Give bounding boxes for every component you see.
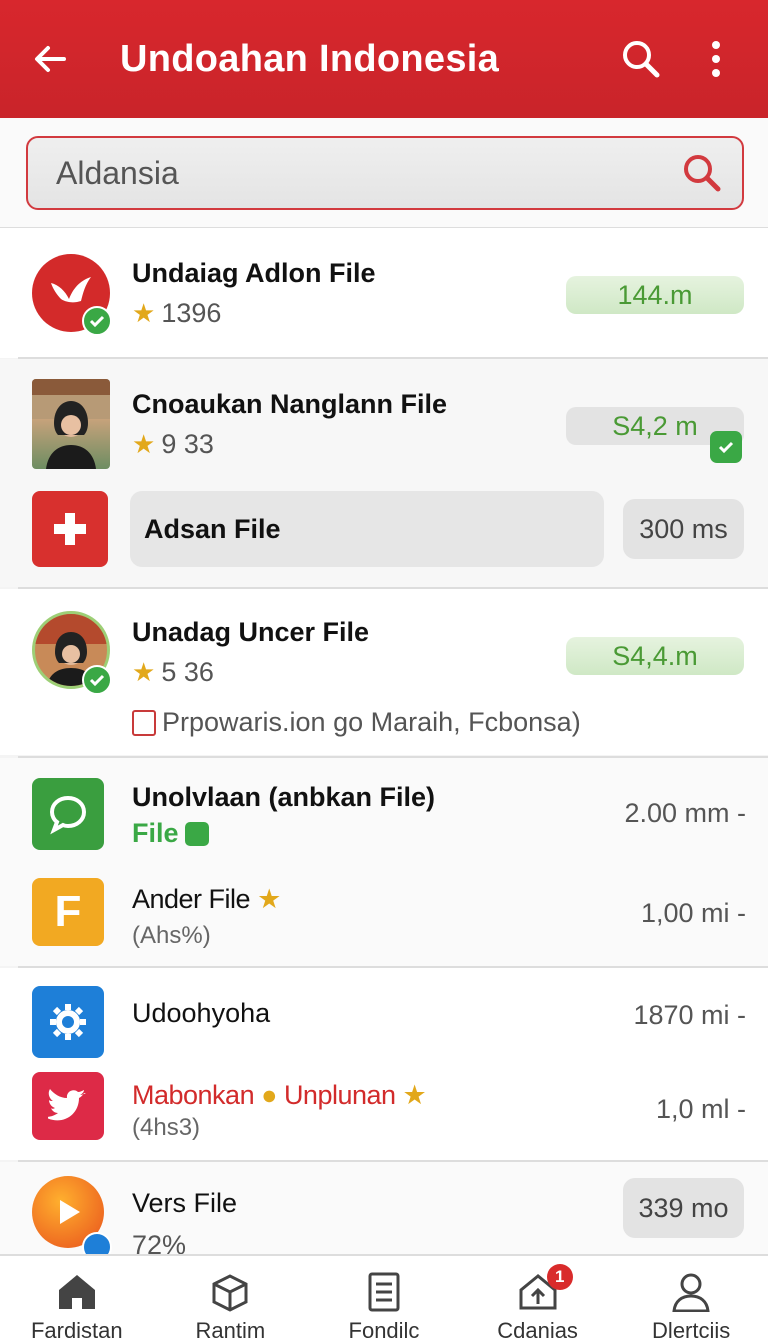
arrow-left-icon: [35, 46, 66, 72]
tab-dlertciis[interactable]: Dlertciis: [614, 1256, 768, 1344]
item-meta: (Ahs%): [132, 922, 211, 949]
note-text: Prpowaris.ion go Maraih, Fcbonsa): [162, 707, 581, 737]
search-input[interactable]: Aldansia: [26, 136, 744, 210]
item-meta: (4hs3): [132, 1114, 201, 1141]
letter-f-icon: F: [32, 878, 104, 946]
item-name-text: Ander File: [132, 884, 251, 914]
box-icon: [212, 1274, 248, 1312]
emoji-icon: ●: [261, 1080, 277, 1110]
search-icon: [623, 41, 660, 78]
size-badge: 300 ms: [623, 499, 744, 559]
chat-bubble-icon: [32, 778, 104, 850]
list-item[interactable]: Cnoaukan Nanglann File ★ 9 33 S4,2 m Ads…: [0, 359, 768, 587]
file-size: 1,0 ml -: [655, 1094, 746, 1124]
verified-icon: [82, 665, 112, 695]
tab-label: Dlertciis: [652, 1318, 731, 1343]
item-rating: ★ 9 33: [132, 429, 214, 460]
tab-cdanias[interactable]: 1 Cdanias: [461, 1256, 615, 1344]
item-name: Unadag Uncer File: [132, 617, 370, 647]
size-badge: 144.m: [566, 276, 744, 314]
star-icon: ★: [132, 298, 156, 328]
file-size: 1870 mi -: [633, 1000, 746, 1030]
item-name: Adsan File: [144, 513, 281, 544]
app-bar: Undoahan Indonesia: [0, 0, 768, 118]
search-area: Aldansia: [0, 118, 768, 228]
verified-icon: [82, 1232, 112, 1254]
rating-value: 1396: [161, 298, 222, 328]
home-icon: [58, 1275, 95, 1309]
star-icon: ★: [402, 1080, 427, 1110]
bottom-navigation: Fardistan Rantim Fondilc 1 Cdanias Dlert…: [0, 1254, 768, 1344]
item-rating: ★ 1396: [132, 298, 221, 329]
back-button[interactable]: [0, 0, 100, 118]
item-name: Udoohyoha: [132, 998, 271, 1028]
list-item[interactable]: Unolvlaan (anbkan File) File 2.00 mm - F…: [0, 758, 768, 966]
person-photo: [32, 379, 110, 469]
gear-icon: [32, 986, 104, 1058]
document-icon: [368, 1272, 400, 1312]
more-options-button[interactable]: [686, 0, 746, 118]
file-size: 2.00 mm -: [624, 798, 746, 828]
file-size: 1,00 mi -: [640, 898, 746, 928]
search-input-value: Aldansia: [56, 154, 179, 191]
tab-label: Rantim: [195, 1318, 266, 1343]
star-icon: ★: [132, 429, 156, 459]
item-name: Undaiag Adlon File: [132, 258, 376, 288]
tab-label: Cdanias: [497, 1318, 578, 1343]
stack-icon: [184, 821, 209, 846]
calendar-icon: [132, 709, 156, 736]
more-vert-icon: [712, 41, 720, 77]
item-name-part: Unplunan: [283, 1080, 396, 1110]
item-name: Unolvlaan (anbkan File): [132, 782, 436, 812]
page-title: Undoahan Indonesia: [120, 37, 500, 80]
item-name: Cnoaukan Nanglann File: [132, 389, 448, 419]
list-item[interactable]: Udoohyoha 1870 mi - Mabonkan ● Unplunan …: [0, 968, 768, 1160]
item-name: Vers File: [132, 1188, 238, 1218]
rating-value: 9 33: [161, 429, 214, 459]
list-item[interactable]: Vers File 72% 339 mo: [0, 1162, 768, 1254]
verified-icon: [710, 431, 742, 463]
item-name-part: Mabonkan: [132, 1080, 255, 1110]
verified-icon: [82, 306, 112, 336]
tab-label: Fardistan: [30, 1318, 123, 1343]
bird-icon: [32, 1072, 104, 1140]
search-button[interactable]: [596, 0, 686, 118]
item-name: Ander File ★: [132, 884, 281, 915]
item-name: Mabonkan ● Unplunan ★: [132, 1080, 427, 1111]
red-cross-icon: [32, 491, 108, 567]
tab-label: Fondilc: [348, 1318, 420, 1343]
rating-value: 5 36: [161, 657, 214, 687]
size-badge: 339 mo: [623, 1178, 744, 1238]
notification-badge: 1: [546, 1264, 573, 1290]
tab-fondilc[interactable]: Fondilc: [307, 1256, 461, 1344]
item-rating: 72%: [132, 1230, 187, 1254]
person-icon: [672, 1273, 710, 1312]
list-item[interactable]: Undaiag Adlon File ★ 1396 144.m: [0, 228, 768, 358]
star-icon: ★: [132, 657, 156, 687]
tab-fardistan[interactable]: Fardistan: [0, 1256, 154, 1344]
list-item[interactable]: Unadag Uncer File ★ 5 36 S4,4.m Prpowari…: [0, 589, 768, 755]
item-tag: File: [132, 818, 209, 849]
size-badge: S4,4.m: [566, 637, 744, 675]
item-rating: ★ 5 36: [132, 657, 214, 688]
tag-text: File: [132, 818, 179, 848]
item-name-field[interactable]: Adsan File: [130, 491, 604, 567]
star-icon: ★: [257, 884, 281, 914]
item-note: Prpowaris.ion go Maraih, Fcbonsa): [132, 707, 581, 738]
tab-rantim[interactable]: Rantim: [154, 1256, 308, 1344]
search-icon[interactable]: [662, 151, 742, 195]
